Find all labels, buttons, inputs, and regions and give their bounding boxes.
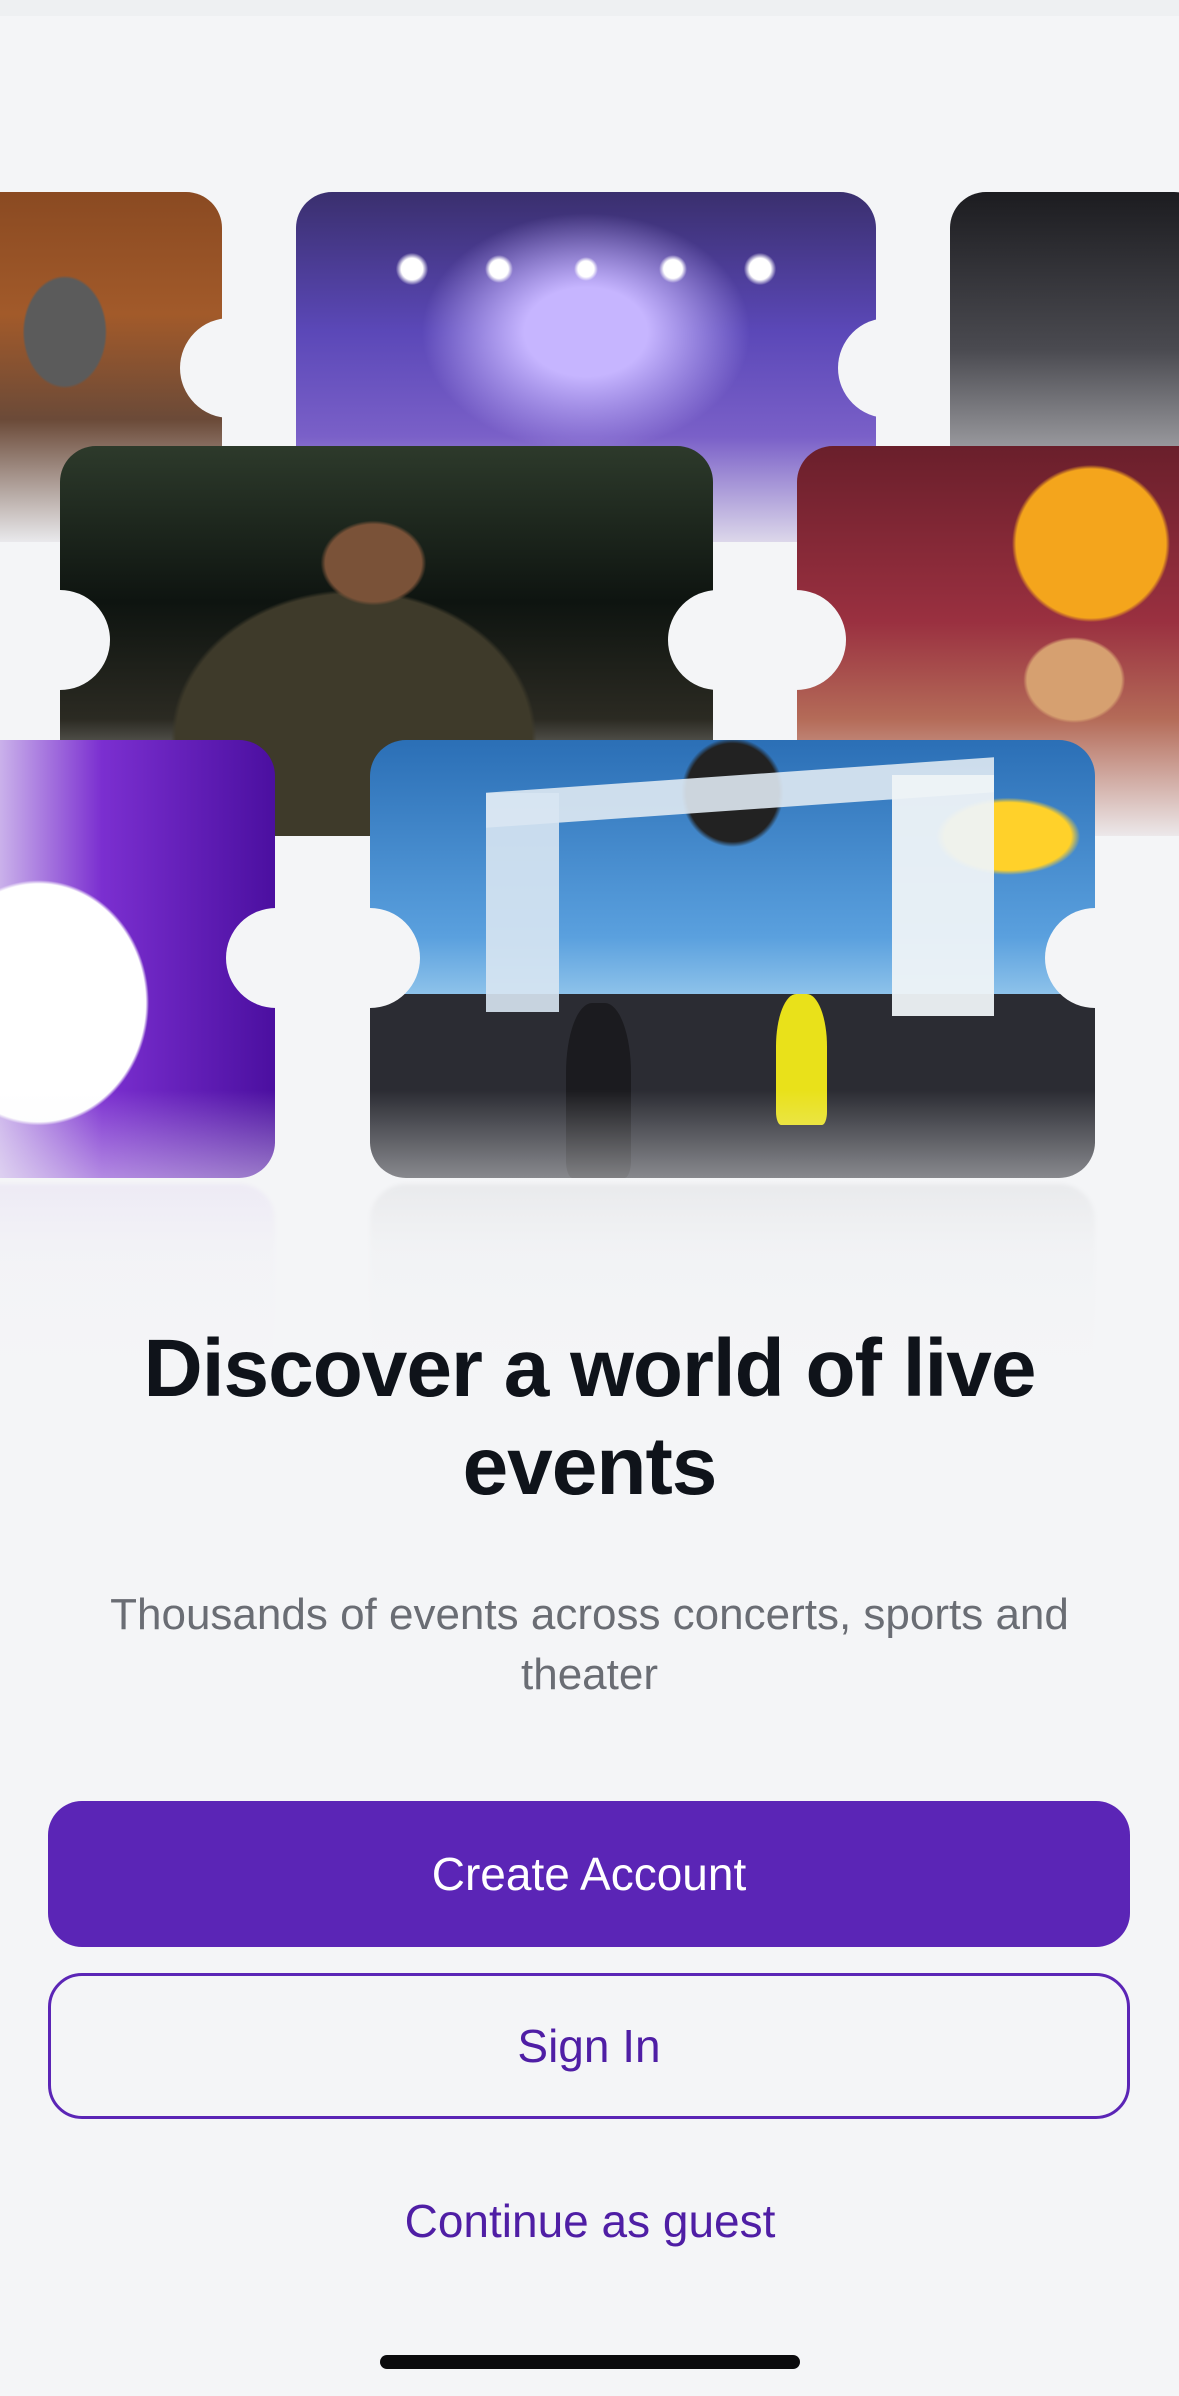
create-account-button[interactable]: Create Account (48, 1801, 1130, 1947)
ticket-notch (180, 318, 280, 418)
ticket-notch (1045, 908, 1145, 1008)
ticket-notch (320, 908, 420, 1008)
ticket-notch (226, 908, 326, 1008)
continue-as-guest-link[interactable]: Continue as guest (290, 2185, 890, 2255)
festival-arch-right (892, 775, 994, 1016)
home-indicator (380, 2355, 800, 2369)
ticket-notch (10, 590, 110, 690)
page-subtitle: Thousands of events across concerts, spo… (110, 1590, 1069, 1699)
page-title: Discover a world of live events (143, 1323, 1037, 1512)
ticket-notch (838, 318, 938, 418)
sign-in-button[interactable]: Sign In (48, 1973, 1130, 2119)
ticket-notch (746, 590, 846, 690)
festival-arch-left (486, 792, 559, 1012)
